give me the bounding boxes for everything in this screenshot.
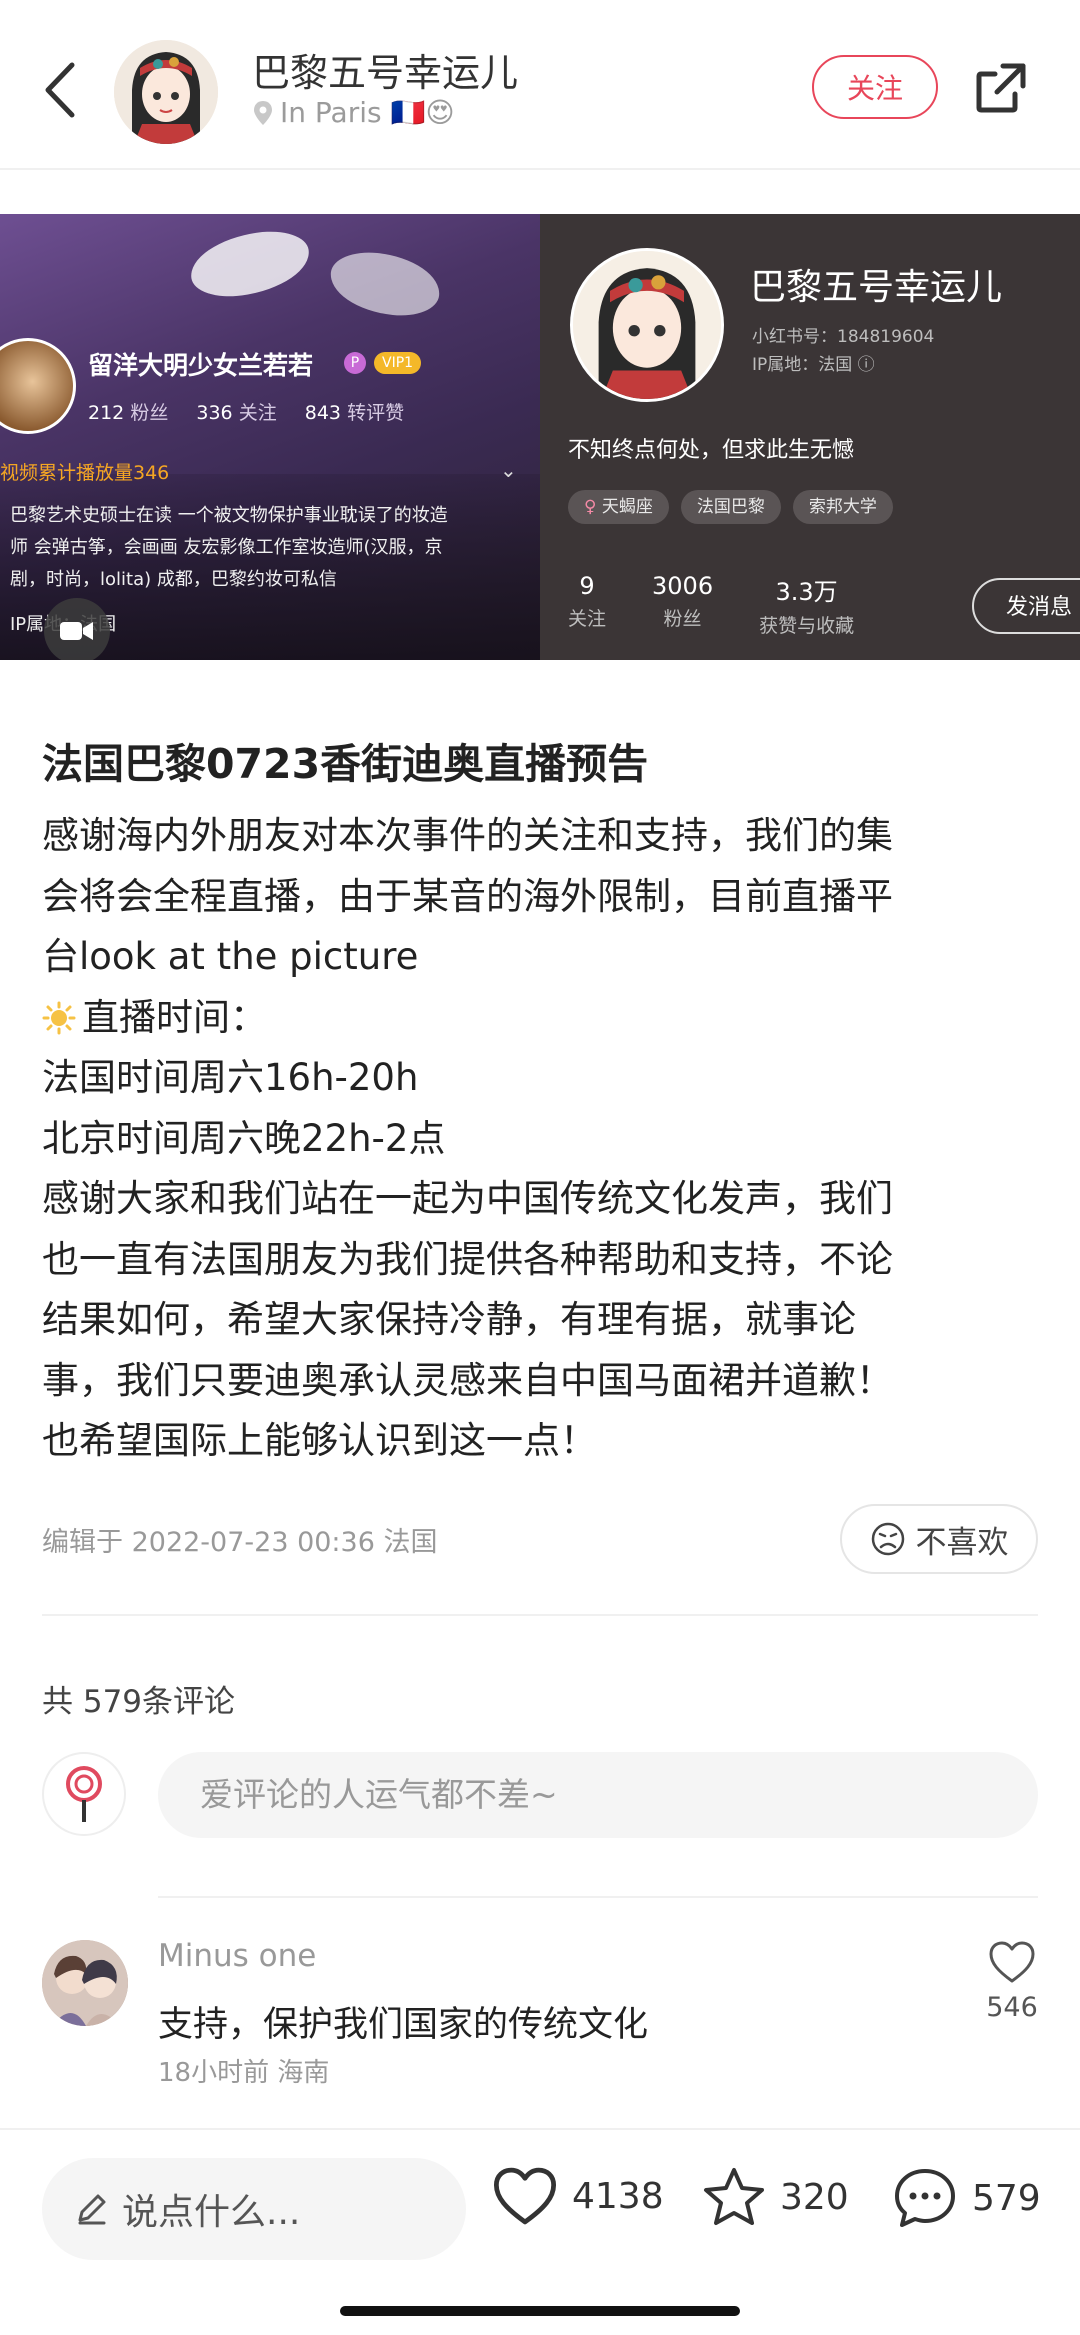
post-header: 巴黎五号幸运儿 In Paris 🇫🇷😍 关注 (0, 0, 1080, 170)
share-icon (976, 63, 1026, 113)
stat: 9 关注 (568, 572, 607, 630)
divider (158, 1896, 1038, 1898)
heart-icon (493, 2167, 557, 2225)
screenshot-right: 巴黎五号幸运儿 小红书号：184819604 IP属地：法国 ⓘ 不知终点何处，… (540, 214, 1080, 660)
like-button[interactable]: 4138 (492, 2166, 664, 2226)
heart-icon (989, 1941, 1035, 1983)
sun-icon (42, 1001, 76, 1035)
say-something-label: 说点什么... (122, 2192, 301, 2233)
profile-name: 留洋大明少女兰若若 (88, 351, 314, 380)
comment-count: 共 579条评论 (42, 1684, 236, 1720)
female-icon: ♀ (584, 497, 602, 517)
profile-tags: ♀ 天蝎座 法国巴黎 索邦大学 (568, 490, 893, 524)
vip-badge: VIP1 (374, 352, 422, 374)
dislike-label: 不喜欢 (915, 1524, 1009, 1561)
profile-name: 巴黎五号幸运儿 (750, 267, 1003, 308)
comment-like-button[interactable]: 546 (982, 1940, 1042, 2023)
bottom-action-bar: 说点什么... 4138 320 579 (0, 2128, 1080, 2335)
dislike-button[interactable]: 不喜欢 (840, 1504, 1038, 1574)
tag: 索邦大学 (792, 490, 893, 524)
stat: 3.3万 获赞与收藏 (759, 578, 855, 637)
author-name[interactable]: 巴黎五号幸运儿 (252, 42, 518, 97)
profile-bio: 巴黎艺术史硕士在读 一个被文物保护事业耽误了的妆造 师 会弹古筝，会画画 友宏影… (10, 505, 448, 590)
chevron-left-icon (45, 62, 75, 118)
collect-count: 320 (780, 2176, 849, 2218)
video-icon[interactable] (44, 598, 110, 660)
comment-input[interactable]: 爱评论的人运气都不差~ (158, 1752, 1038, 1838)
comment-bubble-icon (895, 2169, 955, 2227)
post-title: 法国巴黎0723香街迪奥直播预告 (42, 740, 649, 788)
screenshot-left: 留洋大明少女兰若若 P VIP1 212 粉丝 336 关注 843 转评赞 视… (0, 214, 540, 660)
avatar (570, 248, 724, 402)
message-button: 发消息 (972, 578, 1080, 634)
location-text: In Paris 🇫🇷😍 (280, 96, 455, 129)
post-edit-meta: 编辑于 2022-07-23 00:36 法国 (42, 1527, 438, 1558)
collect-button[interactable]: 320 (702, 2166, 849, 2228)
follow-button[interactable]: 关注 (812, 55, 938, 119)
profile-bio: 不知终点何处，但求此生无憾 (568, 438, 855, 463)
pencil-icon (78, 2194, 106, 2225)
comment-meta: 18小时前 海南 (158, 2058, 330, 2088)
info-icon: ⓘ (857, 355, 875, 375)
comment-like-count: 546 (986, 1992, 1038, 2023)
play-count: 视频累计播放量346 (0, 462, 170, 484)
author-avatar[interactable] (114, 40, 218, 144)
butterfly-graphic (186, 225, 314, 303)
comment-button[interactable]: 579 (892, 2166, 1041, 2230)
stat: 3006 粉丝 (652, 572, 714, 630)
frown-face-icon (871, 1522, 904, 1556)
profile-stats: 212 粉丝 336 关注 843 转评赞 (88, 402, 405, 424)
like-count: 4138 (572, 2175, 664, 2217)
profile-id: 小红书号：184819604 (752, 327, 935, 347)
avatar (0, 338, 76, 434)
back-button[interactable] (30, 50, 90, 130)
butterfly-graphic (327, 248, 443, 320)
commenter-avatar[interactable] (42, 1940, 128, 2026)
my-avatar (42, 1752, 126, 1836)
home-indicator (340, 2306, 740, 2316)
divider (42, 1614, 1038, 1616)
post-image[interactable]: 留洋大明少女兰若若 P VIP1 212 粉丝 336 关注 843 转评赞 视… (0, 214, 1080, 660)
comment-count-bottom: 579 (972, 2177, 1041, 2219)
location: In Paris 🇫🇷😍 (252, 96, 455, 129)
say-something-input[interactable]: 说点什么... (42, 2158, 466, 2260)
tag: 法国巴黎 (680, 490, 781, 524)
ip-location: IP属地：法国 ⓘ (752, 355, 875, 375)
profile-stats: 9 关注 3006 粉丝 3.3万 获赞与收藏 (568, 572, 854, 638)
tag: ♀ 天蝎座 (568, 490, 669, 524)
chevron-down-icon: ⌄ (500, 458, 517, 482)
star-icon (704, 2168, 764, 2225)
location-pin-icon (254, 100, 272, 125)
post-body: 感谢海内外朋友对本次事件的关注和支持，我们的集 会将会全程直播，由于某音的海外限… (42, 806, 1042, 1472)
p-badge: P (344, 352, 366, 374)
comment-text: 支持，保护我们国家的传统文化 (158, 2005, 649, 2045)
live-time-line: 直播时间： (42, 988, 1042, 1049)
commenter-name[interactable]: Minus one (158, 1938, 316, 1974)
share-button[interactable] (968, 55, 1034, 121)
